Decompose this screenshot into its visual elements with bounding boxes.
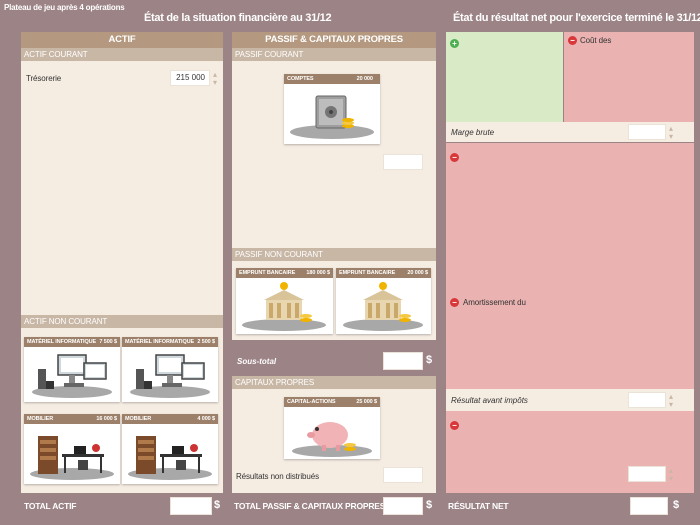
tresorerie-label: Trésorerie xyxy=(26,74,62,83)
tax-stepper[interactable]: ▴ ▾ xyxy=(669,467,673,483)
passif-header: PASSIF & CAPITAUX PROPRES xyxy=(232,32,436,48)
asset-card-amount: 2 500 $ xyxy=(197,339,215,345)
tresorerie-input[interactable]: 215 000 xyxy=(170,70,210,86)
net-income-label: RÉSULTAT NET xyxy=(448,501,509,511)
bank-icon xyxy=(242,282,326,331)
asset-card[interactable]: MOBILIER 4 000 $ xyxy=(122,414,218,484)
cost-zone[interactable] xyxy=(564,32,694,122)
equity-card[interactable]: CAPITAL-ACTIONS 25 000 $ xyxy=(284,397,380,459)
gross-margin-input[interactable] xyxy=(628,124,666,140)
subtotal-currency: $ xyxy=(426,354,433,366)
total-passif-input[interactable] xyxy=(383,497,423,515)
minus-icon[interactable]: − xyxy=(450,298,459,307)
pretax-label: Résultat avant impôts xyxy=(451,396,528,405)
net-income-input[interactable] xyxy=(630,497,668,515)
asset-card-amount: 7 500 $ xyxy=(99,339,117,345)
balance-sheet-title: État de la situation financière au 31/12 xyxy=(144,12,332,24)
minus-icon[interactable]: − xyxy=(450,153,459,162)
revenue-zone[interactable] xyxy=(446,32,563,122)
expense-zone[interactable] xyxy=(446,143,694,389)
bank-icon xyxy=(343,282,423,331)
liability-card-name: EMPRUNT BANCAIRE xyxy=(239,270,296,276)
actif-non-courant-header: ACTIF NON COURANT xyxy=(21,315,223,328)
retained-earnings-label: Résultats non distribués xyxy=(236,472,319,481)
equity-card-name: CAPITAL-ACTIONS xyxy=(287,399,336,405)
asset-card-name: MOBILIER xyxy=(125,416,152,422)
asset-card-name: MATÉRIEL INFORMATIQUE xyxy=(27,339,97,345)
minus-icon[interactable]: − xyxy=(568,36,577,45)
liability-card[interactable]: COMPTES FOURNISSEURS 20 000 $ xyxy=(284,74,380,144)
liability-card-name: COMPTES FOURNISSEURS xyxy=(287,76,330,92)
computer-icon xyxy=(32,354,112,398)
retained-earnings-input[interactable] xyxy=(383,467,423,483)
asset-card-name: MOBILIER xyxy=(27,416,54,422)
actif-courant-header: ACTIF COURANT xyxy=(21,48,223,61)
safe-icon xyxy=(290,95,374,139)
board-title: Plateau de jeu après 4 opérations xyxy=(4,3,125,12)
plus-icon[interactable]: + xyxy=(450,39,459,48)
pretax-input[interactable] xyxy=(628,392,666,408)
income-statement-title: État du résultat net pour l'exercice ter… xyxy=(453,12,700,24)
gross-margin-label: Marge brute xyxy=(451,128,495,137)
capitaux-propres-header: CAPITAUX PROPRES xyxy=(232,376,436,389)
asset-card-name: MATÉRIEL INFORMATIQUE xyxy=(125,339,195,345)
computer-icon xyxy=(130,354,210,398)
piggy-bank-icon xyxy=(292,422,372,457)
asset-card-amount: 16 000 $ xyxy=(96,416,117,422)
minus-icon[interactable]: − xyxy=(450,421,459,430)
total-actif-label: TOTAL ACTIF xyxy=(24,501,77,511)
total-actif-input[interactable] xyxy=(170,497,212,515)
passif-courant-input[interactable] xyxy=(383,154,423,170)
cost-label: Coût des xyxy=(580,36,612,45)
subtotal-label: Sous-total xyxy=(237,357,277,366)
asset-card[interactable]: MATÉRIEL INFORMATIQUE 7 500 $ xyxy=(24,337,120,402)
passif-courant-header: PASSIF COURANT xyxy=(232,48,436,61)
gross-margin-stepper[interactable]: ▴ ▾ xyxy=(669,125,673,141)
asset-card-amount: 4 000 $ xyxy=(197,416,215,422)
asset-card[interactable]: MOBILIER 16 000 $ xyxy=(24,414,120,484)
asset-card[interactable]: MATÉRIEL INFORMATIQUE 2 500 $ xyxy=(122,337,218,402)
liability-card[interactable]: EMPRUNT BANCAIRE 180 000 $ xyxy=(236,268,333,334)
liability-card[interactable]: EMPRUNT BANCAIRE 20 000 $ xyxy=(336,268,431,334)
tax-input[interactable] xyxy=(628,466,666,482)
office-furniture-icon xyxy=(128,436,212,480)
actif-header: ACTIF xyxy=(21,32,223,48)
pretax-stepper[interactable]: ▴ ▾ xyxy=(669,393,673,409)
subtotal-input[interactable] xyxy=(383,352,423,370)
passif-non-courant-header: PASSIF NON COURANT xyxy=(232,248,436,261)
liability-card-name: EMPRUNT BANCAIRE xyxy=(339,270,396,276)
net-income-currency: $ xyxy=(673,499,680,511)
equity-card-amount: 25 000 $ xyxy=(356,399,377,405)
office-furniture-icon xyxy=(30,436,114,480)
liability-card-amount: 20 000 $ xyxy=(356,76,373,92)
tresorerie-stepper[interactable]: ▴ ▾ xyxy=(213,71,217,87)
total-passif-label: TOTAL PASSIF & CAPITAUX PROPRES xyxy=(234,501,386,511)
total-passif-currency: $ xyxy=(426,499,433,511)
liability-card-amount: 20 000 $ xyxy=(407,270,428,276)
amortization-label: Amortissement du xyxy=(463,298,526,307)
total-actif-currency: $ xyxy=(214,499,221,511)
liability-card-amount: 180 000 $ xyxy=(306,270,330,276)
